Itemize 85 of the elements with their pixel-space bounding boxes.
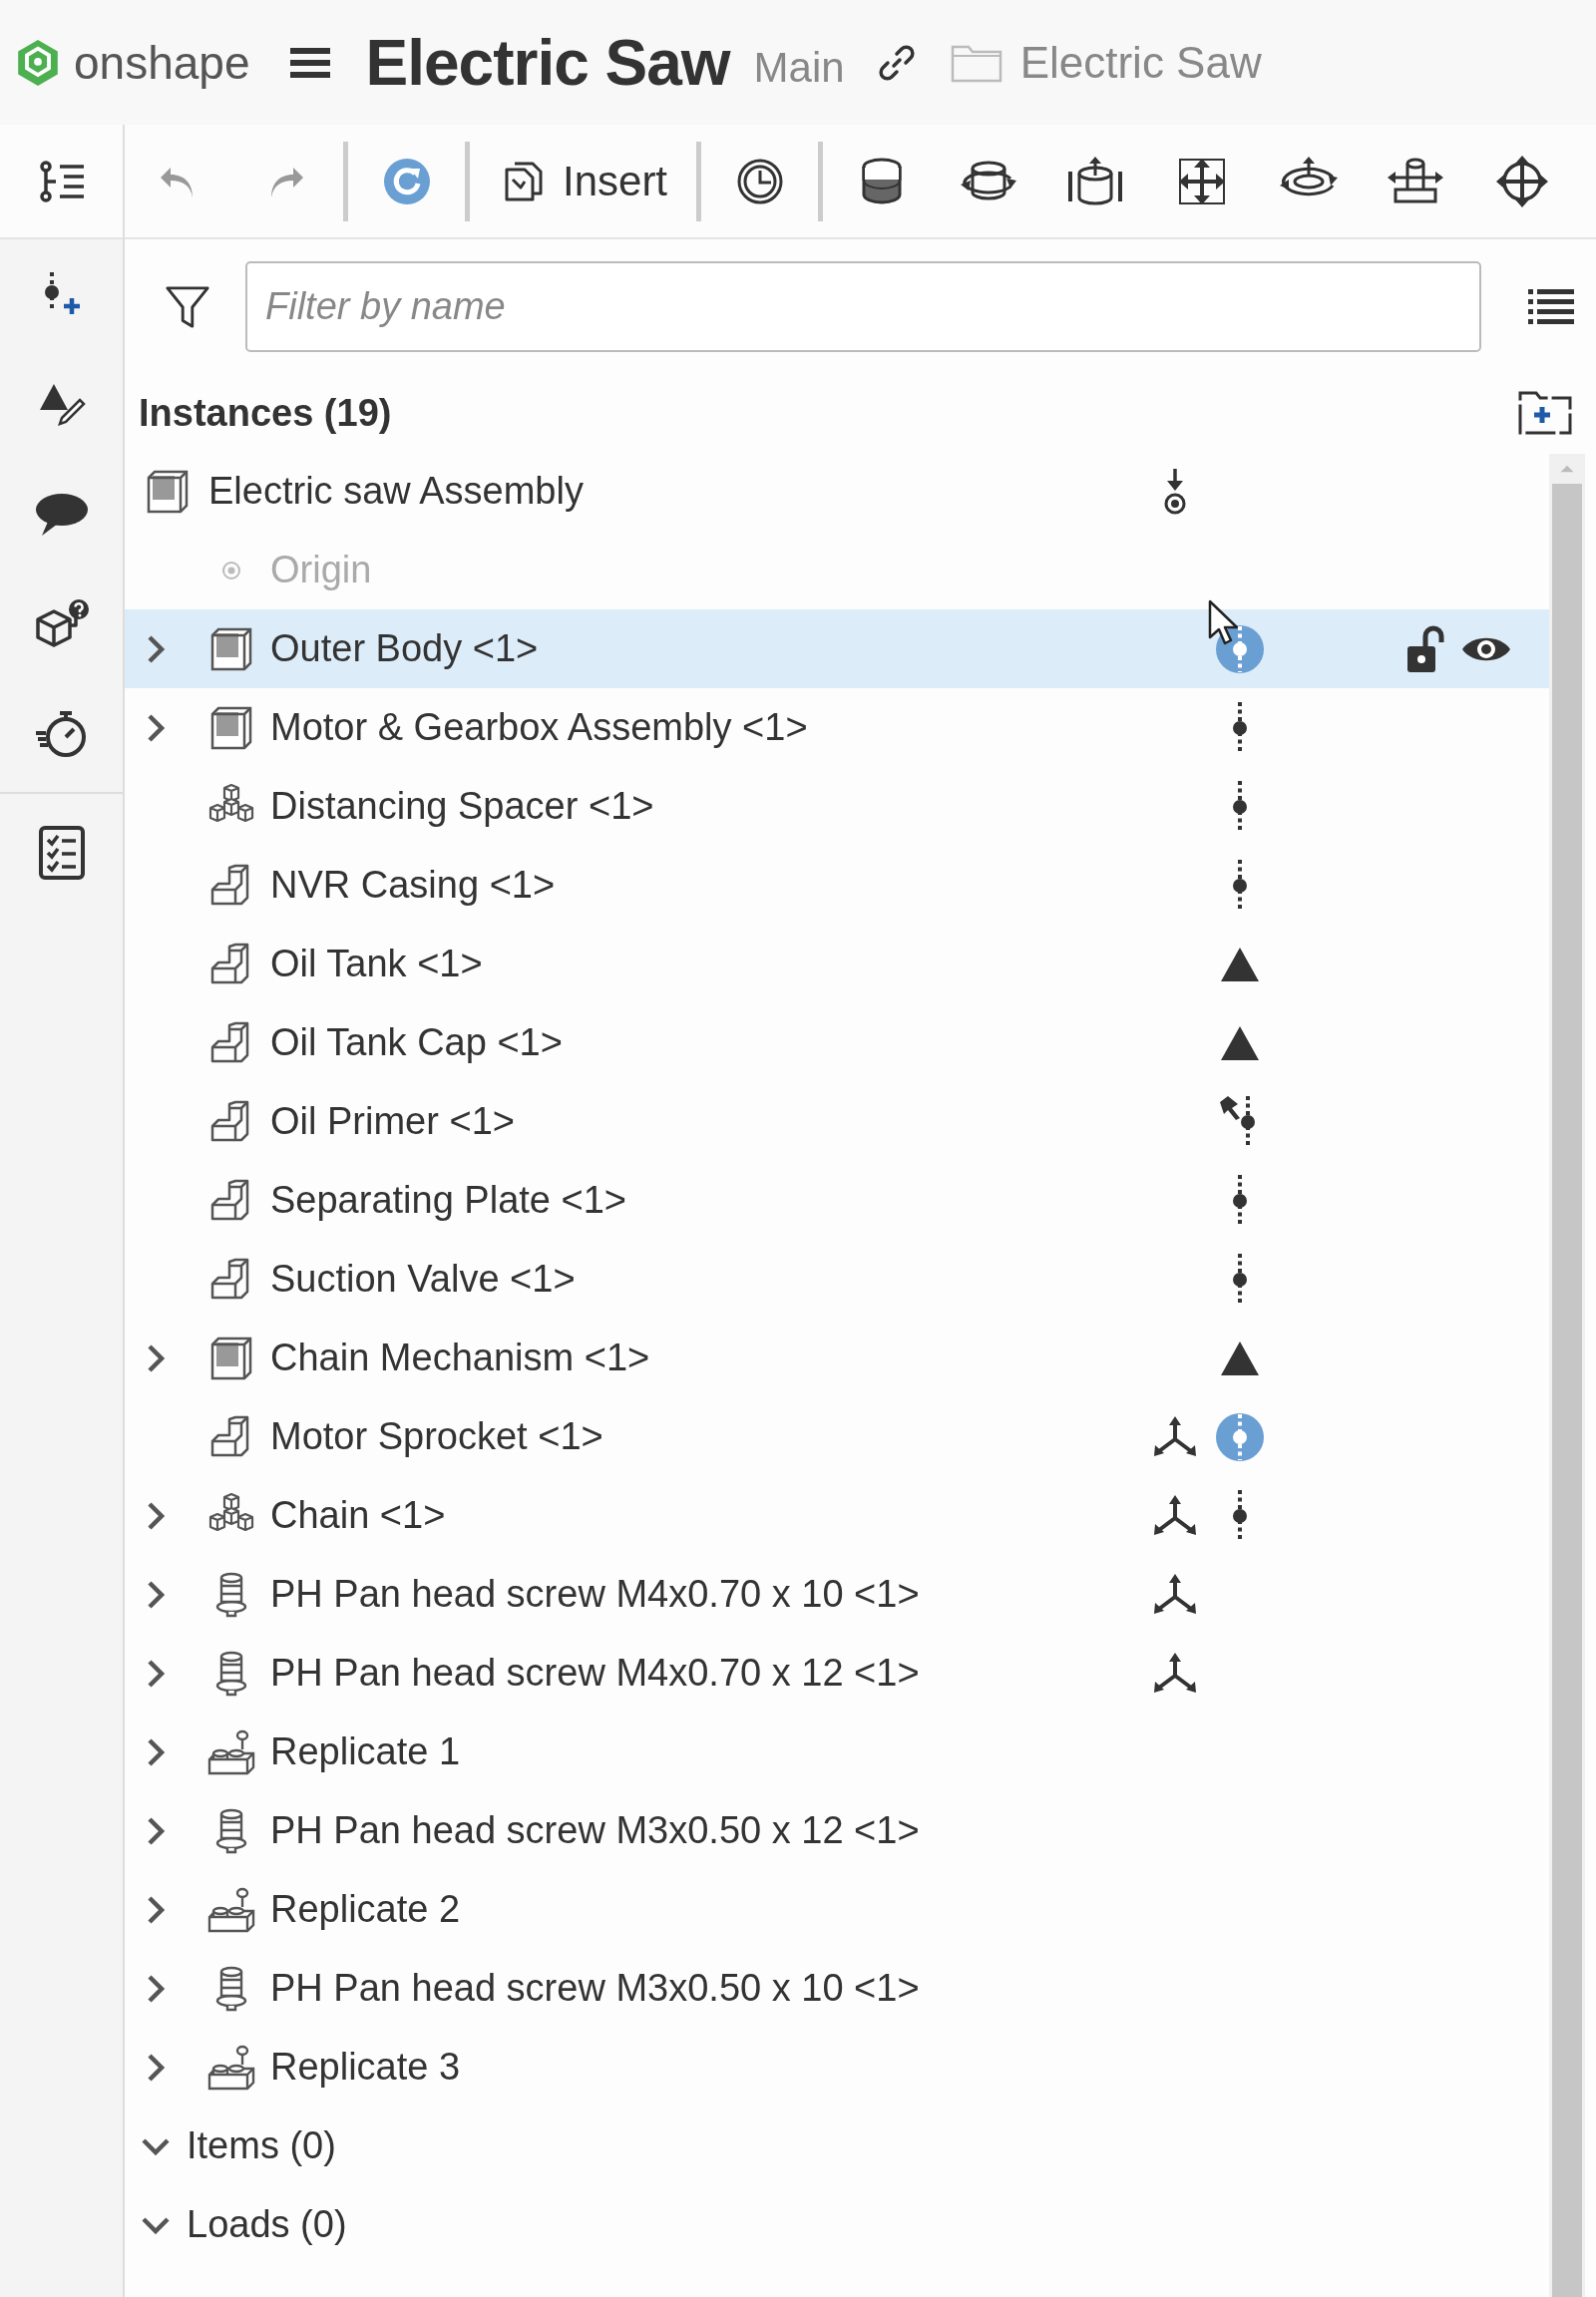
instance-name: Oil Primer <1> <box>270 1100 515 1143</box>
tree-row[interactable]: Motor Sprocket <1> <box>125 1397 1549 1476</box>
instance-name: Motor Sprocket <1> <box>270 1415 603 1458</box>
assembly-icon <box>209 705 253 750</box>
assembly-icon <box>209 1336 253 1380</box>
cube-question-icon <box>33 597 90 649</box>
instance-name: Electric saw Assembly <box>208 470 584 513</box>
section-heading[interactable]: Items (0) <box>187 2124 336 2167</box>
tree-row[interactable]: Motor & Gearbox Assembly <1> <box>125 688 1549 767</box>
instance-name: PH Pan head screw M3x0.50 x 10 <1> <box>270 1967 920 2010</box>
tree-row[interactable]: Chain <1> <box>125 1476 1549 1555</box>
chevron-icon[interactable] <box>141 2214 171 2235</box>
chevron-icon[interactable] <box>146 1658 166 1689</box>
filter-icon[interactable] <box>165 283 210 330</box>
list-view-icon[interactable] <box>1528 286 1574 327</box>
tree-row[interactable]: Chain Mechanism <1> <box>125 1319 1549 1397</box>
chevron-icon[interactable] <box>146 1894 166 1925</box>
chevron-icon[interactable] <box>146 1815 166 1846</box>
instance-name: Replicate 3 <box>270 2046 461 2089</box>
replicate-icon <box>206 1728 256 1775</box>
instance-name: PH Pan head screw M4x0.70 x 10 <1> <box>270 1573 920 1616</box>
assembly-icon <box>209 626 253 671</box>
tree-row[interactable]: Replicate 3 <box>125 2028 1549 2106</box>
tree-row[interactable]: Separating Plate <1> <box>125 1161 1549 1240</box>
tree-row[interactable]: PH Pan head screw M3x0.50 x 10 <1> <box>125 1949 1549 2028</box>
tree-row[interactable]: Electric saw Assembly <box>125 452 1549 531</box>
tree-list-icon <box>37 159 86 203</box>
instance-name: Suction Valve <1> <box>270 1258 576 1301</box>
chevron-icon[interactable] <box>146 2052 166 2083</box>
instance-name: Oil Tank Cap <1> <box>270 1021 563 1064</box>
panel-tab[interactable] <box>0 125 123 239</box>
menu-icon <box>289 45 330 80</box>
checklist-icon <box>37 825 86 881</box>
cylinder-arrow-icon <box>1066 155 1123 207</box>
chevron-icon[interactable] <box>141 2135 171 2156</box>
instance-name: PH Pan head screw M4x0.70 x 12 <1> <box>270 1652 920 1695</box>
tree-row[interactable]: PH Pan head screw M4x0.70 x 10 <1> <box>125 1555 1549 1634</box>
instance-name: Distancing Spacer <1> <box>270 785 654 828</box>
tree-row[interactable]: Replicate 1 <box>125 1713 1549 1791</box>
tree-row[interactable]: Distancing Spacer <1> <box>125 767 1549 846</box>
chevron-icon[interactable] <box>146 1500 166 1531</box>
chevron-icon[interactable] <box>146 1579 166 1610</box>
replicate-icon <box>206 1886 256 1933</box>
instance-name: Oil Tank <1> <box>270 943 483 985</box>
chevron-icon[interactable] <box>146 1973 166 2004</box>
menu-button[interactable] <box>289 45 330 80</box>
tree-row[interactable]: Oil Primer <1> <box>125 1082 1549 1161</box>
instance-name: NVR Casing <1> <box>270 864 556 907</box>
insert-button[interactable]: Insert <box>497 147 674 215</box>
tree-row[interactable]: Oil Tank Cap <1> <box>125 1003 1549 1082</box>
instance-name: PH Pan head screw M3x0.50 x 12 <1> <box>270 1809 920 1852</box>
instance-name: Replicate 1 <box>270 1730 461 1773</box>
chevron-icon[interactable] <box>146 1342 166 1373</box>
instance-name: Separating Plate <1> <box>270 1179 627 1222</box>
scrollbar[interactable] <box>1549 454 1585 2297</box>
assembly-icon <box>146 469 190 514</box>
replicate-icon <box>206 2044 256 2091</box>
document-title: Electric Saw <box>365 25 730 100</box>
filter-field[interactable]: Filter by name <box>245 261 1481 352</box>
instance-name: Chain <1> <box>270 1494 446 1537</box>
tree-row[interactable]: PH Pan head screw M4x0.70 x 12 <1> <box>125 1634 1549 1713</box>
instance-name: Outer Body <1> <box>270 627 539 670</box>
link-icon[interactable] <box>876 42 917 83</box>
instances-heading: Instances (19) <box>139 391 392 435</box>
refresh-icon <box>381 156 432 206</box>
padlock-icon[interactable] <box>1405 623 1445 674</box>
instance-name: Origin <box>270 549 372 591</box>
tree-row[interactable]: Replicate 2 <box>125 1870 1549 1949</box>
chevron-icon[interactable] <box>146 633 166 664</box>
instance-name: Chain Mechanism <1> <box>270 1337 650 1379</box>
cursor-icon <box>1208 599 1238 645</box>
instance-name: Replicate 2 <box>270 1888 461 1931</box>
add-folder-icon[interactable] <box>1516 389 1574 437</box>
tree-row[interactable]: NVR Casing <1> <box>125 846 1549 925</box>
instance-name: Motor & Gearbox Assembly <1> <box>270 706 808 749</box>
logo-icon <box>16 37 60 88</box>
brand-name: onshape <box>74 35 250 90</box>
section-heading[interactable]: Loads (0) <box>187 2203 347 2246</box>
tree-row[interactable]: Suction Valve <1> <box>125 1240 1549 1319</box>
chevron-icon[interactable] <box>146 712 166 743</box>
tree-row[interactable]: Oil Tank <1> <box>125 925 1549 1003</box>
origin-icon <box>221 560 241 580</box>
chevron-icon[interactable] <box>146 1736 166 1767</box>
tree-row[interactable]: PH Pan head screw M3x0.50 x 12 <1> <box>125 1791 1549 1870</box>
tree-row[interactable]: Outer Body <1> <box>125 609 1549 688</box>
